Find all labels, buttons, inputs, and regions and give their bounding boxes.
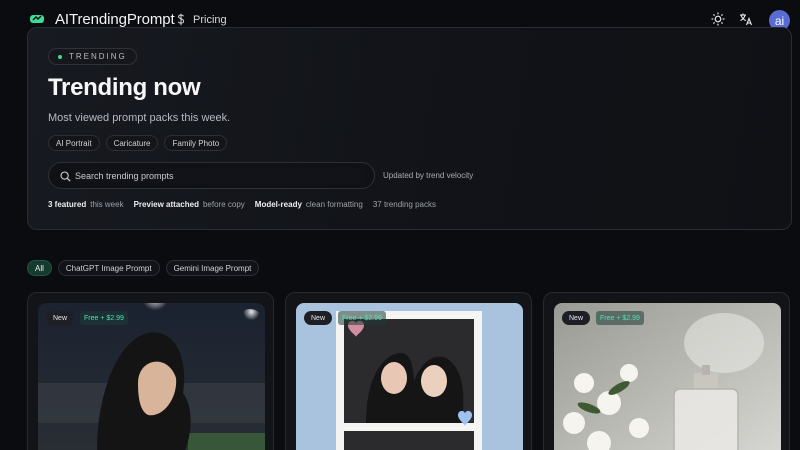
trending-badge-label: TRENDING [69, 52, 127, 61]
portrait-stadium-image [38, 303, 265, 450]
stat-value: Preview attached [133, 200, 199, 209]
price-badge: Free + $2.99 [80, 311, 128, 325]
search-note: Updated by trend velocity [383, 171, 474, 180]
stat-label: before copy [202, 200, 245, 209]
trending-badge: TRENDING [48, 48, 137, 65]
tag-ai-portrait[interactable]: AI Portrait [48, 135, 100, 151]
brand-name[interactable]: AITrendingPrompt [55, 11, 175, 28]
new-badge: New [562, 311, 591, 325]
tag-caricature[interactable]: Caricature [105, 135, 159, 151]
page-subtitle: Most viewed prompt packs this week. [48, 112, 231, 124]
filter-gemini[interactable]: Gemini Image Prompt [165, 260, 260, 276]
pricing-label: Pricing [193, 13, 227, 26]
stat-trending-packs: 37 trending packs [373, 200, 436, 209]
prompt-card[interactable]: New Free + $2.99 [285, 292, 532, 450]
search-box[interactable] [48, 162, 375, 189]
price-badge: Free + $2.99 [338, 311, 386, 325]
prompt-card[interactable]: New Free + $2.99 [27, 292, 274, 450]
translate-icon[interactable] [739, 12, 753, 26]
search-input[interactable] [75, 169, 365, 183]
stat-label: 37 trending packs [372, 200, 436, 209]
stat-featured: 3 featured this week [48, 200, 124, 209]
filter-chips: All ChatGPT Image Prompt Gemini Image Pr… [27, 260, 260, 276]
sun-icon[interactable] [711, 12, 725, 26]
perfume-flowers-image [554, 303, 781, 450]
photo-booth-image [296, 303, 523, 450]
stat-value: Model-ready [254, 200, 302, 209]
new-badge: New [304, 311, 333, 325]
stat-label: this week [90, 200, 124, 209]
filter-chatgpt[interactable]: ChatGPT Image Prompt [57, 260, 160, 276]
dollar-icon [177, 13, 185, 26]
pricing-link[interactable]: Pricing [176, 13, 227, 26]
new-badge: New [46, 311, 75, 325]
tag-list: AI Portrait Caricature Family Photo [48, 135, 228, 151]
stats-row: 3 featured this week Preview attached befo… [48, 200, 436, 209]
search-icon [60, 171, 71, 182]
card-image[interactable] [38, 303, 265, 450]
stat-label: clean formatting [305, 200, 363, 209]
filter-all[interactable]: All [27, 260, 52, 276]
stat-value: 3 featured [48, 200, 87, 209]
hero-panel: TRENDING Trending now Most viewed prompt… [27, 27, 792, 230]
stat-model-ready: Model-ready clean formatting [255, 200, 363, 209]
card-image[interactable] [554, 303, 781, 450]
stat-preview: Preview attached before copy [134, 200, 245, 209]
tag-family-photo[interactable]: Family Photo [164, 135, 228, 151]
price-badge: Free + $2.99 [596, 311, 644, 325]
status-dot [58, 54, 62, 59]
page-title: Trending now [48, 74, 201, 101]
prompt-card[interactable]: New Free + $2.99 [543, 292, 790, 450]
card-image[interactable] [296, 303, 523, 450]
logo-icon[interactable] [29, 13, 45, 25]
